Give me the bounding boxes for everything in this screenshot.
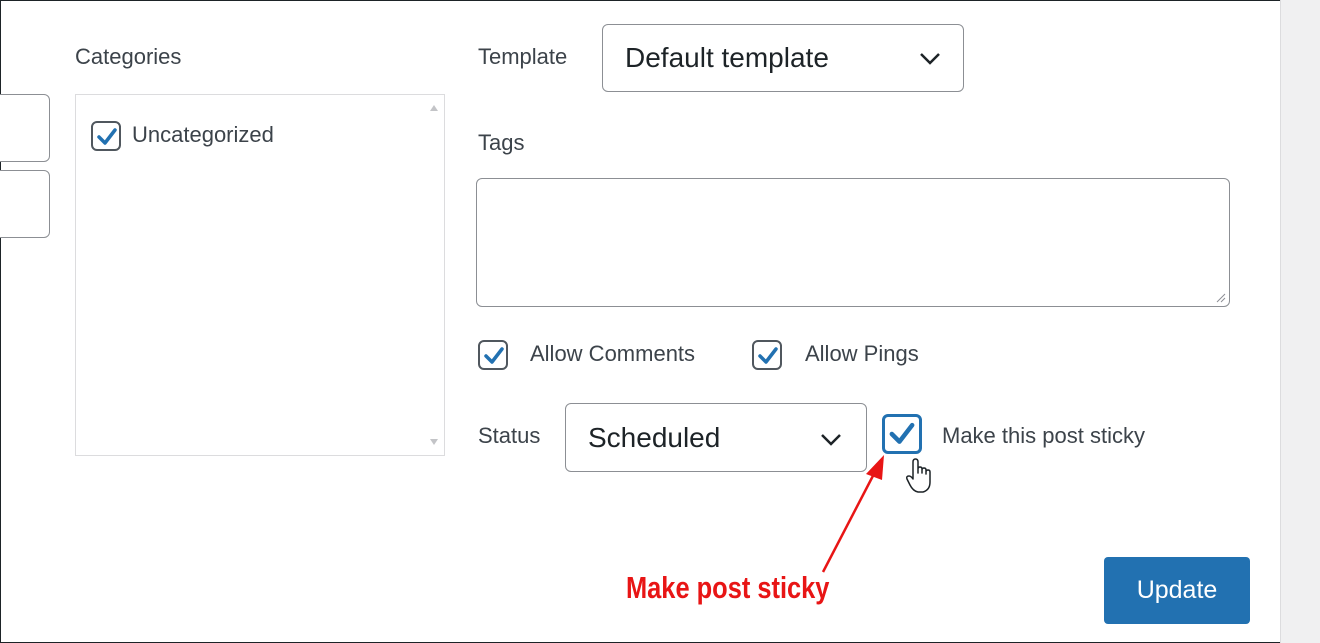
template-select[interactable]: Default template bbox=[602, 24, 964, 92]
status-selected-value: Scheduled bbox=[588, 422, 721, 453]
scroll-down-icon[interactable] bbox=[430, 439, 438, 445]
category-label-uncategorized: Uncategorized bbox=[132, 122, 274, 147]
hidden-field-2[interactable] bbox=[0, 170, 50, 238]
annotation-text: Make post sticky bbox=[626, 570, 830, 605]
sidebar-strip bbox=[1280, 0, 1320, 643]
allow-pings-checkbox[interactable] bbox=[752, 340, 782, 370]
hand-pointer-icon bbox=[906, 458, 931, 493]
template-label: Template bbox=[478, 44, 568, 69]
chevron-down-icon bbox=[821, 434, 841, 446]
resize-grip-icon[interactable] bbox=[1216, 293, 1226, 303]
checkmark-icon bbox=[484, 347, 504, 364]
update-button[interactable]: Update bbox=[1104, 557, 1250, 624]
chevron-down-icon bbox=[920, 53, 940, 65]
sticky-checkbox[interactable] bbox=[882, 414, 922, 454]
hidden-field-1[interactable] bbox=[0, 94, 50, 162]
sticky-label: Make this post sticky bbox=[942, 423, 1145, 448]
allow-comments-label: Allow Comments bbox=[530, 341, 696, 366]
allow-comments-checkbox[interactable] bbox=[478, 340, 508, 370]
categories-list[interactable] bbox=[75, 94, 445, 456]
categories-heading: Categories bbox=[75, 44, 182, 69]
status-select[interactable]: Scheduled bbox=[565, 403, 867, 472]
checkmark-icon bbox=[758, 347, 778, 364]
tags-textarea[interactable] bbox=[476, 178, 1230, 307]
checkmark-icon bbox=[889, 422, 915, 444]
checkmark-icon bbox=[97, 128, 117, 145]
template-selected-value: Default template bbox=[625, 42, 829, 73]
tags-label: Tags bbox=[478, 130, 525, 155]
allow-pings-label: Allow Pings bbox=[805, 341, 919, 366]
uncategorized-checkbox[interactable] bbox=[91, 121, 121, 151]
status-label: Status bbox=[478, 423, 541, 448]
scroll-up-icon[interactable] bbox=[430, 105, 438, 111]
